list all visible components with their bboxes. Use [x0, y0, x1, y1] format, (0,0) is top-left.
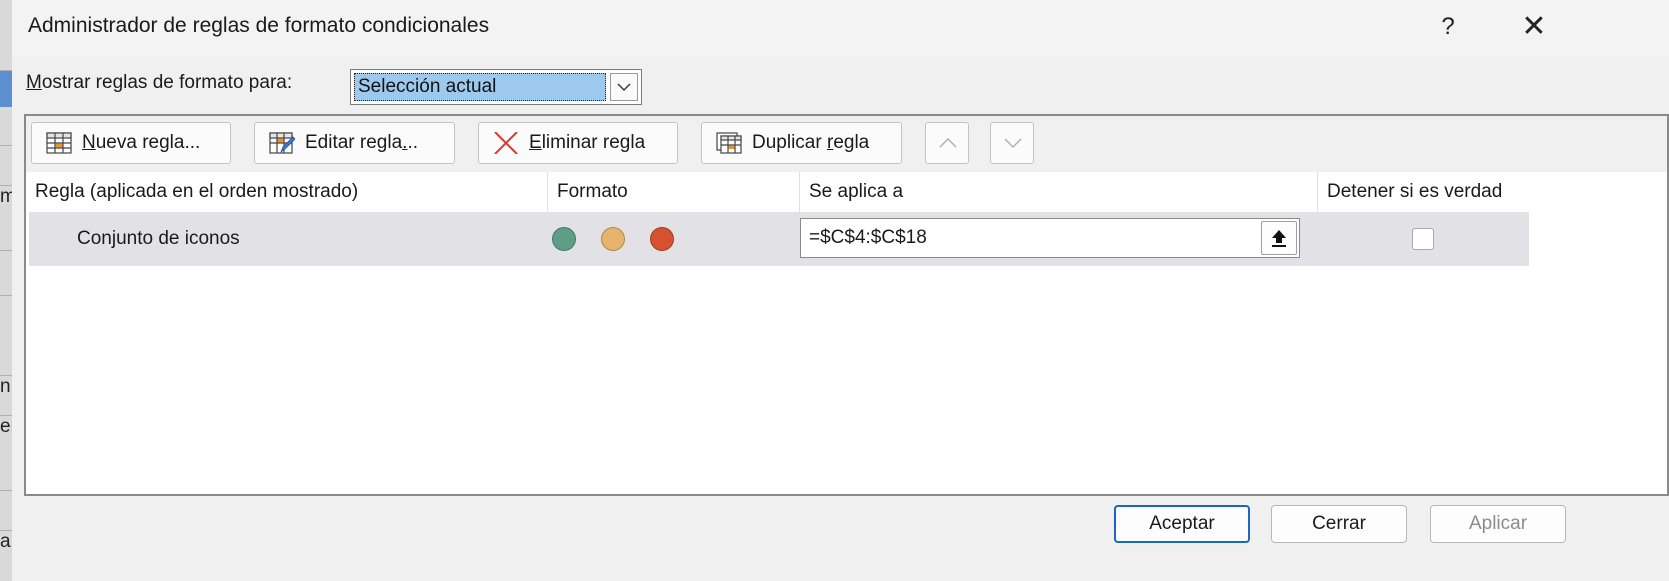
- background-cell: [0, 295, 12, 332]
- background-cell: [0, 250, 12, 287]
- duplicate-rule-text: Duplicar: [752, 132, 827, 153]
- new-rule-text: ueva regla...: [95, 132, 201, 153]
- show-rules-for-dropdown[interactable]: Selección actual: [350, 69, 642, 105]
- show-rules-label-text: ostrar reglas de formato para:: [41, 72, 293, 93]
- edit-rule-icon: [269, 132, 295, 154]
- yellow-circle-icon: [601, 227, 625, 251]
- show-rules-selected-value: Selección actual: [354, 73, 606, 101]
- delete-rule-label: Eliminar regla: [529, 123, 645, 163]
- edit-rule-text-end: ..: [407, 132, 419, 153]
- delete-rule-text: liminar regla: [541, 132, 646, 153]
- duplicate-rule-button[interactable]: Duplicar regla: [701, 122, 902, 164]
- rules-toolbar: Nueva regla... Editar regla... Eliminar …: [26, 116, 1667, 172]
- chevron-up-icon: [939, 137, 957, 148]
- chevron-down-icon: [1004, 138, 1022, 149]
- rule-name: Conjunto de iconos: [77, 228, 240, 249]
- edit-rule-label: Editar regla...: [305, 123, 418, 163]
- new-rule-accel: N: [82, 132, 96, 153]
- dropdown-arrow-button[interactable]: [610, 73, 638, 101]
- background-cell: er: [0, 415, 12, 452]
- new-rule-icon: [46, 132, 72, 154]
- column-header-stop-if-true[interactable]: Detener si es verdad: [1318, 172, 1528, 212]
- show-rules-label-accel: M: [26, 72, 42, 93]
- duplicate-rule-label: Duplicar regla: [752, 123, 869, 163]
- rules-panel: Nueva regla... Editar regla... Eliminar …: [24, 114, 1669, 496]
- dialog-title: Administrador de reglas de formato condi…: [28, 14, 490, 37]
- column-header-format[interactable]: Formato: [548, 172, 800, 212]
- apply-button[interactable]: Aplicar: [1430, 505, 1566, 543]
- column-header-rule[interactable]: Regla (aplicada en el orden mostrado): [26, 172, 548, 212]
- rules-grid-header: Regla (aplicada en el orden mostrado) Fo…: [26, 172, 1667, 212]
- duplicate-rule-text-end: egla: [833, 132, 870, 153]
- close-dialog-button[interactable]: ✕: [1514, 10, 1554, 44]
- background-cell: [0, 145, 12, 182]
- close-icon: ✕: [1521, 10, 1547, 43]
- green-circle-icon: [552, 227, 576, 251]
- close-button[interactable]: Cerrar: [1271, 505, 1407, 543]
- background-fragment: a: [0, 531, 11, 552]
- column-header-applies-to[interactable]: Se aplica a: [800, 172, 1318, 212]
- delete-x-icon: [494, 132, 518, 154]
- move-up-button[interactable]: [925, 122, 969, 164]
- delete-rule-button[interactable]: Eliminar regla: [478, 122, 678, 164]
- upload-arrow-icon: [1272, 230, 1286, 247]
- red-circle-icon: [650, 227, 674, 251]
- edit-rule-button[interactable]: Editar regla...: [254, 122, 455, 164]
- move-down-button[interactable]: [990, 122, 1034, 164]
- rules-grid: Regla (aplicada en el orden mostrado) Fo…: [26, 172, 1667, 494]
- stop-if-true-checkbox[interactable]: [1412, 228, 1434, 250]
- dialog-titlebar: Administrador de reglas de formato condi…: [12, 0, 1669, 56]
- edit-rule-text: Editar regla: [305, 132, 403, 153]
- background-cell: a: [0, 530, 12, 581]
- new-rule-label: Nueva regla...: [82, 123, 200, 163]
- help-button[interactable]: ?: [1428, 10, 1468, 44]
- ok-button[interactable]: Aceptar: [1114, 505, 1250, 543]
- applies-to-input[interactable]: =$C$4:$C$18: [800, 218, 1300, 258]
- conditional-formatting-rules-manager-dialog: Administrador de reglas de formato condi…: [12, 0, 1669, 581]
- background-fragment: n: [0, 376, 11, 397]
- delete-rule-accel: E: [529, 132, 542, 153]
- collapse-range-button[interactable]: [1261, 221, 1297, 255]
- background-cell: [0, 490, 12, 531]
- table-row[interactable]: Conjunto de iconos =$C$4:$C$18: [29, 212, 1529, 266]
- applies-to-value: =$C$4:$C$18: [809, 227, 927, 248]
- help-icon: ?: [1441, 13, 1455, 40]
- background-selected-cell: [0, 70, 12, 107]
- duplicate-rule-icon: [716, 132, 742, 154]
- background-cell: n: [0, 375, 12, 412]
- background-cell: m: [0, 185, 12, 222]
- show-rules-label: Mostrar reglas de formato para:: [26, 72, 292, 94]
- chevron-down-icon: [617, 83, 631, 91]
- new-rule-button[interactable]: Nueva regla...: [31, 122, 231, 164]
